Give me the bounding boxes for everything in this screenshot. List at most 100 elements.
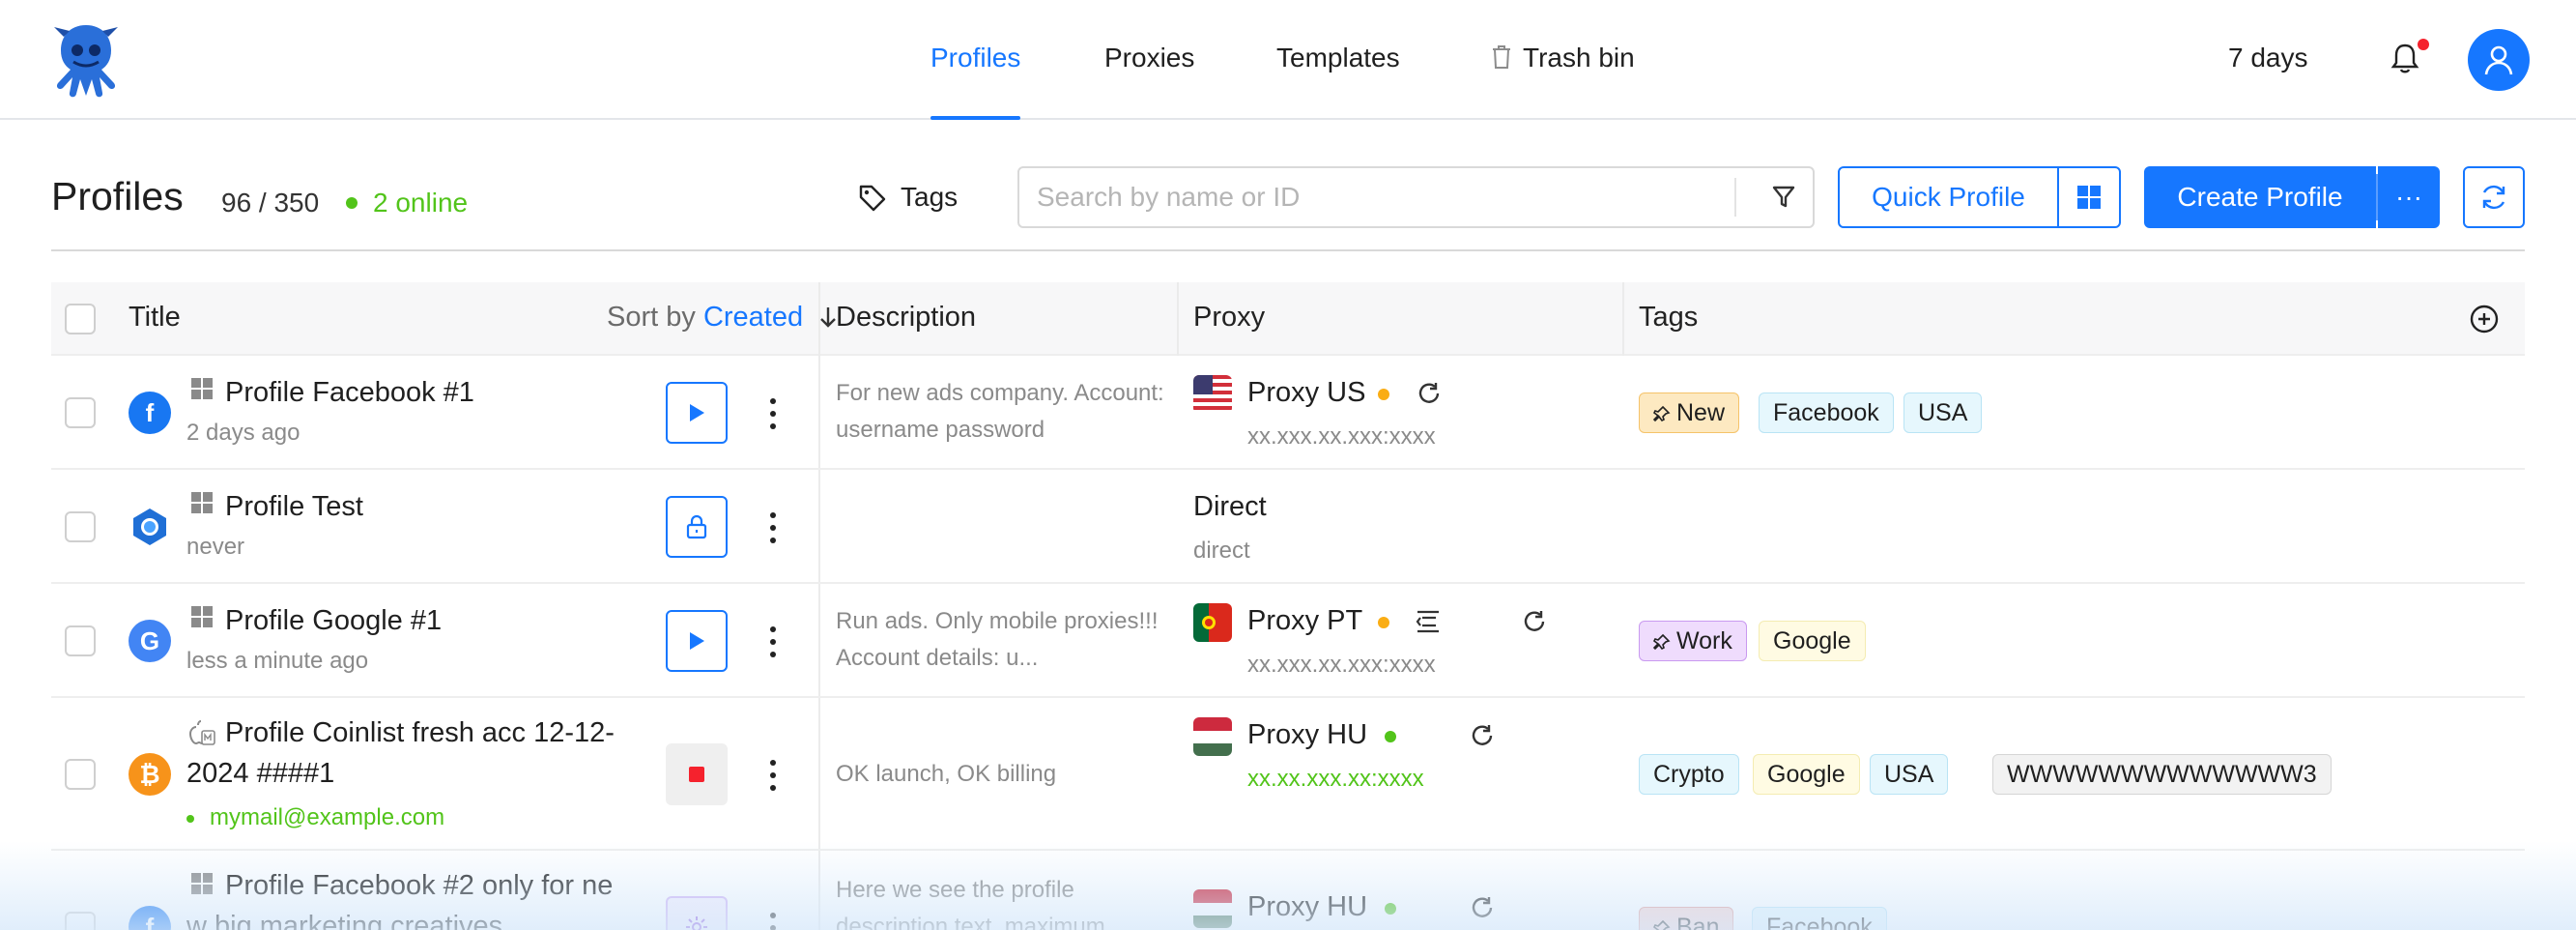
tags-filter-button[interactable]: Tags — [858, 176, 958, 218]
tag-crypto[interactable]: Crypto — [1639, 754, 1739, 795]
us-flag-icon — [1193, 375, 1232, 414]
start-profile-button[interactable] — [666, 382, 728, 444]
notification-badge — [2418, 39, 2429, 50]
row-checkbox[interactable] — [65, 912, 96, 930]
lock-icon — [686, 514, 707, 539]
profile-settings-button[interactable] — [666, 896, 728, 930]
proxy-name: Proxy HU — [1247, 719, 1368, 750]
nav-tab-trash-bin-label: Trash bin — [1523, 43, 1635, 73]
profile-last-launch: never — [186, 534, 245, 560]
tag-facebook[interactable]: Facebook — [1752, 907, 1887, 930]
sort-field[interactable]: Created — [703, 302, 803, 333]
search-divider — [1734, 178, 1736, 217]
tag-ban[interactable]: Ban — [1639, 907, 1734, 930]
column-separator — [1622, 282, 1624, 356]
gear-icon — [686, 916, 707, 930]
quick-profile-os-button[interactable] — [2057, 166, 2121, 228]
proxy-refresh-icon[interactable] — [1522, 609, 1547, 639]
stop-icon — [689, 767, 704, 782]
play-icon — [690, 404, 704, 421]
tag-google[interactable]: Google — [1753, 754, 1860, 795]
more-options-icon[interactable] — [763, 756, 783, 795]
select-all-checkbox[interactable] — [65, 304, 96, 334]
tag-icon — [859, 185, 886, 212]
more-options-icon[interactable] — [763, 509, 783, 547]
column-title-header: Title — [129, 302, 181, 333]
table-row[interactable]: Profile Test never Direct direct — [51, 470, 2525, 584]
pin-icon — [1652, 919, 1671, 930]
nav-tab-templates[interactable]: Templates — [1276, 43, 1400, 120]
table-row[interactable]: ₿ Profile Coinlist fresh acc 12-12- 2024… — [51, 698, 2525, 851]
subscription-days-left[interactable]: 7 days — [2228, 43, 2308, 73]
row-checkbox[interactable] — [65, 759, 96, 790]
table-row[interactable]: G Profile Google #1 less a minute ago Ru… — [51, 584, 2525, 698]
hu-flag-icon — [1193, 717, 1232, 756]
quick-profile-button[interactable]: Quick Profile — [1838, 166, 2059, 228]
profile-title-line-1[interactable]: Profile Facebook #2 only for ne — [225, 870, 613, 902]
row-checkbox[interactable] — [65, 511, 96, 542]
tag-new[interactable]: New — [1639, 392, 1740, 433]
windows-os-icon — [190, 872, 214, 900]
nav-tab-profiles[interactable]: Profiles — [930, 43, 1021, 120]
table-row[interactable]: f Profile Facebook #1 2 days ago For new… — [51, 356, 2525, 470]
proxy-address: direct — [1193, 538, 1250, 564]
proxy-status-dot — [1378, 389, 1389, 400]
stop-profile-button[interactable] — [666, 743, 728, 805]
online-count: 2 online — [373, 188, 469, 218]
proxy-refresh-icon[interactable] — [1470, 723, 1495, 753]
running-status-dot — [186, 815, 194, 823]
tag-usa[interactable]: USA — [1870, 754, 1949, 795]
header-divider — [51, 249, 2525, 251]
octopus-logo-icon[interactable] — [44, 21, 128, 99]
proxy-status-dot — [1385, 731, 1396, 742]
tag-usa[interactable]: USA — [1903, 392, 1983, 433]
tag-custom[interactable]: WWWWWWWWWWWWW3 — [1992, 754, 2332, 795]
proxy-rotate-link-icon[interactable] — [1415, 609, 1442, 639]
tag-facebook[interactable]: Facebook — [1759, 392, 1894, 433]
start-profile-button[interactable] — [666, 610, 728, 672]
nav-tab-proxies[interactable]: Proxies — [1104, 43, 1194, 120]
profile-title-line-2[interactable]: w big marketing creatives — [186, 911, 502, 930]
profile-title[interactable]: Profile Google #1 — [225, 605, 442, 637]
sort-control[interactable]: Sort by Created — [607, 302, 838, 334]
profile-title-line-2[interactable]: 2024 ####1 — [186, 758, 334, 790]
user-avatar[interactable] — [2468, 29, 2530, 91]
notifications-bell-icon[interactable] — [2390, 43, 2419, 80]
filter-icon[interactable] — [1771, 184, 1796, 216]
online-status-dot — [346, 197, 358, 209]
proxy-name: Proxy PT — [1247, 605, 1363, 636]
more-options-icon[interactable] — [763, 909, 783, 930]
proxy-refresh-icon[interactable] — [1470, 895, 1495, 925]
create-profile-button[interactable]: Create Profile — [2144, 166, 2376, 228]
column-tags-header: Tags — [1639, 302, 1699, 333]
sort-prefix: Sort by — [607, 302, 696, 333]
proxy-name: Proxy HU — [1247, 891, 1368, 922]
more-options-icon[interactable] — [763, 623, 783, 661]
tag-google[interactable]: Google — [1759, 621, 1866, 661]
proxy-refresh-icon[interactable] — [1417, 381, 1442, 411]
profile-running-email: mymail@example.com — [210, 804, 445, 830]
locked-profile-button[interactable] — [666, 496, 728, 558]
table-row[interactable]: f Profile Facebook #2 only for ne w big … — [51, 851, 2525, 930]
top-bar: Profiles Proxies Templates Trash bin 7 d… — [0, 0, 2576, 120]
profile-description: Here we see the profile description text… — [836, 877, 1105, 930]
column-description-header: Description — [836, 302, 977, 333]
profile-title[interactable]: Profile Facebook #1 — [225, 377, 474, 409]
tag-work[interactable]: Work — [1639, 621, 1747, 661]
play-icon — [690, 632, 704, 650]
table-header: Title Sort by Created Description Proxy … — [51, 282, 2525, 356]
more-options-icon[interactable] — [763, 394, 783, 433]
profile-title[interactable]: Profile Test — [225, 491, 363, 523]
profile-title-line-1[interactable]: Profile Coinlist fresh acc 12-12- — [225, 717, 615, 749]
add-column-icon[interactable] — [2469, 304, 2500, 339]
search-input[interactable] — [1037, 178, 1752, 217]
google-icon: G — [129, 620, 171, 662]
create-profile-more-button[interactable]: ··· — [2378, 166, 2440, 228]
nav-tab-trash-bin[interactable]: Trash bin — [1490, 43, 1635, 120]
proxy-status-dot — [1378, 617, 1389, 628]
user-icon — [2484, 45, 2513, 75]
row-checkbox[interactable] — [65, 397, 96, 428]
row-checkbox[interactable] — [65, 625, 96, 656]
refresh-button[interactable] — [2463, 166, 2525, 228]
macos-os-icon — [186, 719, 215, 751]
